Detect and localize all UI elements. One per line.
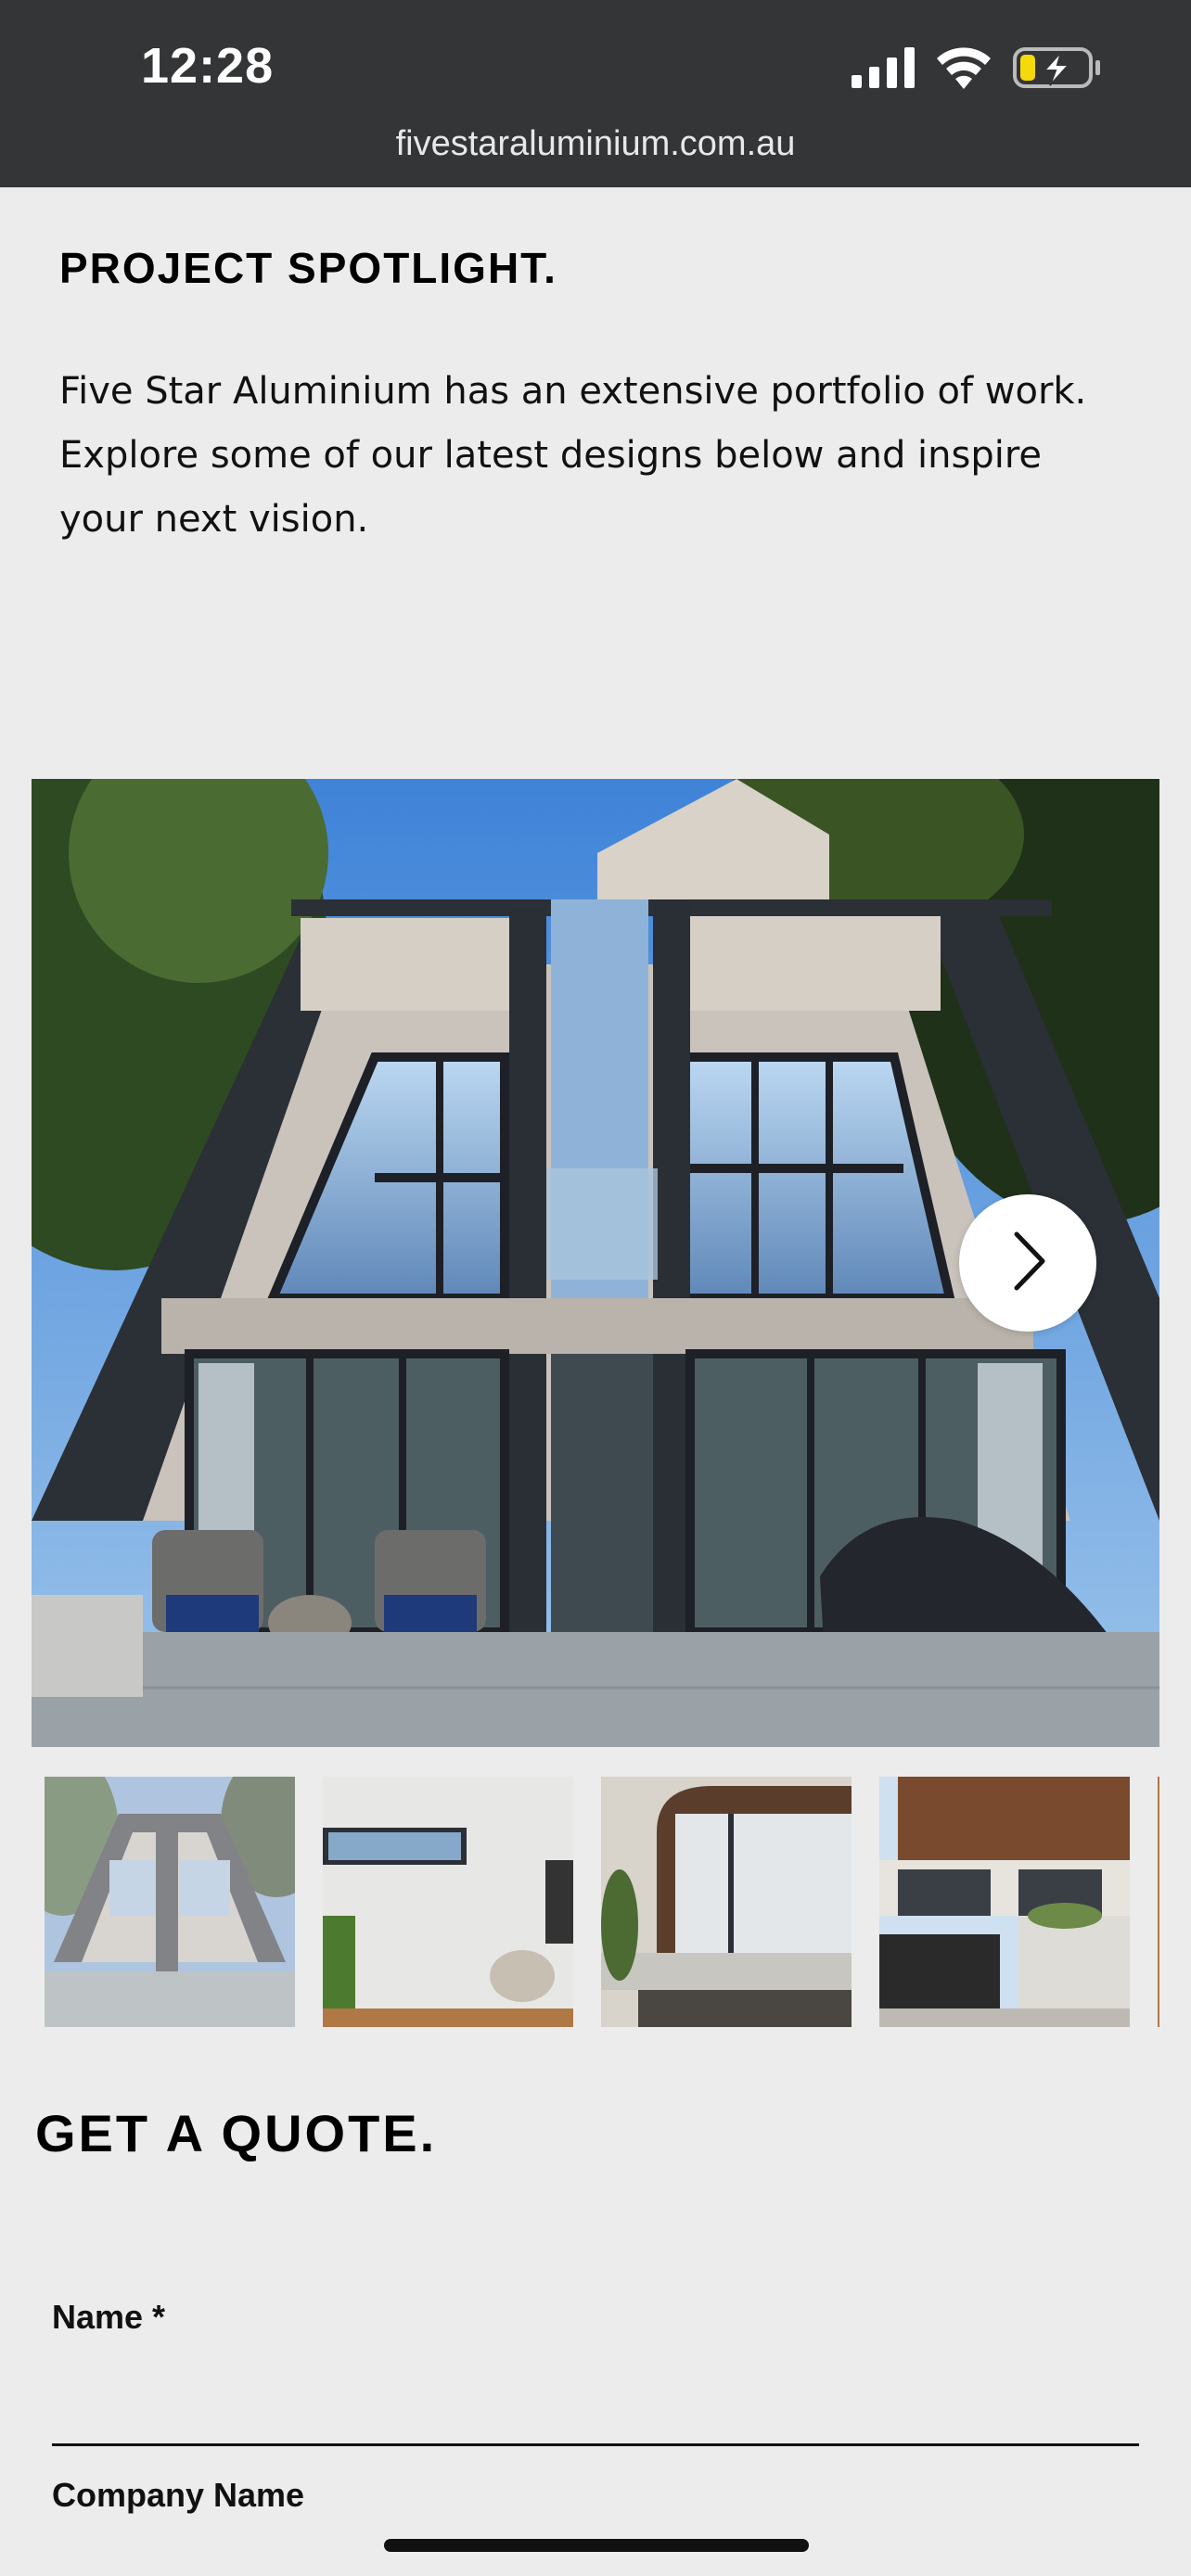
battery-charging-icon bbox=[1013, 46, 1102, 93]
gallery-next-button[interactable] bbox=[959, 1194, 1096, 1332]
thumbnail-a-frame-house[interactable] bbox=[45, 1777, 295, 2027]
thumbnail-curved-facade[interactable] bbox=[601, 1777, 852, 2027]
home-indicator[interactable] bbox=[384, 2539, 809, 2552]
address-bar-url[interactable]: fivestaraluminium.com.au bbox=[0, 124, 1191, 164]
name-field-label: Name * bbox=[52, 2298, 166, 2336]
thumbnail-timber-facade-garage[interactable] bbox=[879, 1777, 1130, 2027]
company-name-field-label: Company Name bbox=[52, 2476, 305, 2514]
chevron-right-icon bbox=[1005, 1229, 1050, 1297]
status-bar: 12:28 fivestaraluminium.com.au bbox=[0, 0, 1191, 187]
status-icons bbox=[852, 46, 1102, 93]
status-time: 12:28 bbox=[141, 38, 275, 94]
thumbnail-interior-room[interactable] bbox=[323, 1777, 573, 2027]
thumbnail-partial[interactable] bbox=[1158, 1777, 1159, 2027]
gallery-thumbnails bbox=[45, 1777, 1159, 2027]
signal-icon bbox=[852, 47, 915, 92]
wifi-icon bbox=[935, 46, 992, 93]
quote-title: GET A QUOTE. bbox=[35, 2104, 438, 2162]
spotlight-description: Five Star Aluminium has an extensive por… bbox=[59, 370, 1087, 541]
spotlight-title: PROJECT SPOTLIGHT. bbox=[59, 244, 557, 292]
name-field[interactable] bbox=[52, 2372, 1139, 2446]
